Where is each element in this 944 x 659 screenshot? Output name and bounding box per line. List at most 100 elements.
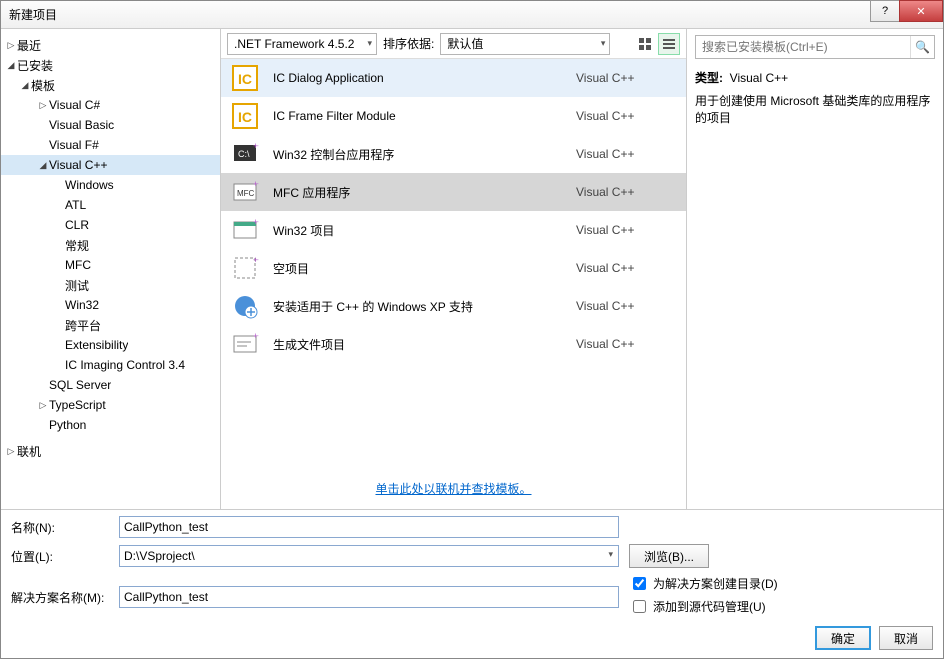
svg-text:++: ++ [253, 331, 259, 341]
chevron-down-icon: ◢ [5, 60, 17, 71]
ok-button[interactable]: 确定 [815, 626, 871, 650]
type-line: 类型: Visual C++ [695, 69, 935, 86]
name-input[interactable] [119, 516, 619, 538]
sidebar-item-win32[interactable]: Win32 [1, 295, 220, 315]
template-row[interactable]: C:\++ Win32 控制台应用程序Visual C++ [221, 135, 686, 173]
browse-button[interactable]: 浏览(B)... [629, 544, 709, 568]
create-dir-checkbox[interactable]: 为解决方案创建目录(D) [629, 574, 899, 593]
sidebar-item-visual-basic[interactable]: Visual Basic [1, 115, 220, 135]
template-lang: Visual C++ [576, 71, 676, 85]
tree-toggle-icon: ◢ [37, 160, 49, 171]
grid-view-button[interactable] [634, 33, 656, 55]
template-name: IC Frame Filter Module [273, 109, 576, 123]
template-row[interactable]: ++ Win32 项目Visual C++ [221, 211, 686, 249]
xp-icon [231, 292, 259, 320]
template-row[interactable]: IC IC Frame Filter ModuleVisual C++ [221, 97, 686, 135]
template-lang: Visual C++ [576, 299, 676, 313]
template-list: ICIC Dialog ApplicationVisual C++ICIC Fr… [221, 59, 686, 472]
ic-icon: IC [231, 64, 259, 92]
ic-icon: IC [231, 102, 259, 130]
svg-text:++: ++ [253, 255, 259, 265]
sidebar-item-ic-imaging-control-3-4[interactable]: IC Imaging Control 3.4 [1, 355, 220, 375]
bottom-form: 名称(N): 位置(L): 浏览(B)... 解决方案名称(M): 为解决方案创… [1, 509, 943, 658]
template-name: 空项目 [273, 260, 576, 277]
chevron-down-icon: ◢ [19, 80, 31, 91]
mfc-icon: MFC++ [231, 178, 259, 206]
help-button[interactable]: ? [870, 0, 900, 22]
description: 用于创建使用 Microsoft 基础类库的应用程序的项目 [695, 92, 935, 126]
online-search-link-row: 单击此处以联机并查找模板。 [221, 472, 686, 509]
sidebar-item-python[interactable]: Python [1, 415, 220, 435]
toolbar: .NET Framework 4.5.2 排序依据: 默认值 [221, 29, 686, 59]
chevron-right-icon: ▷ [5, 40, 17, 51]
template-lang: Visual C++ [576, 147, 676, 161]
cancel-button[interactable]: 取消 [879, 626, 933, 650]
search-input[interactable] [696, 36, 910, 58]
template-lang: Visual C++ [576, 223, 676, 237]
empty-icon: ++ [231, 254, 259, 282]
search-button[interactable]: 🔍 [910, 36, 934, 58]
svg-text:IC: IC [238, 71, 252, 87]
center-panel: .NET Framework 4.5.2 排序依据: 默认值 IC IC Dial… [221, 29, 687, 509]
make-icon: ++ [231, 330, 259, 358]
win-icon: ++ [231, 216, 259, 244]
template-row[interactable]: 安装适用于 C++ 的 Windows XP 支持Visual C++ [221, 287, 686, 325]
sidebar-item-atl[interactable]: ATL [1, 195, 220, 215]
template-name: IC Dialog Application [273, 71, 576, 85]
template-lang: Visual C++ [576, 109, 676, 123]
framework-dropdown[interactable]: .NET Framework 4.5.2 [227, 33, 377, 55]
svg-text:IC: IC [238, 109, 252, 125]
sidebar-item-visual-f-[interactable]: Visual F# [1, 135, 220, 155]
sidebar-recent[interactable]: ▷ 最近 [1, 35, 220, 55]
close-button[interactable]: ✕ [899, 0, 943, 22]
titlebar: 新建项目 ? ✕ [1, 1, 943, 29]
online-search-link[interactable]: 单击此处以联机并查找模板。 [375, 482, 531, 496]
sidebar-item-visual-c-[interactable]: ▷Visual C# [1, 95, 220, 115]
sidebar-item--[interactable]: 测试 [1, 275, 220, 295]
search-box: 🔍 [695, 35, 935, 59]
template-row[interactable]: ++生成文件项目Visual C++ [221, 325, 686, 363]
template-lang: Visual C++ [576, 185, 676, 199]
sidebar-item--[interactable]: 跨平台 [1, 315, 220, 335]
svg-text:++: ++ [253, 217, 259, 227]
detail-panel: 🔍 类型: Visual C++ 用于创建使用 Microsoft 基础类库的应… [687, 29, 943, 509]
search-icon: 🔍 [915, 40, 930, 54]
sidebar-installed[interactable]: ◢ 已安装 [1, 55, 220, 75]
location-label: 位置(L): [11, 548, 119, 565]
chevron-right-icon: ▷ [5, 446, 17, 457]
new-project-dialog: 新建项目 ? ✕ ▷ 最近 ◢ 已安装 ◢ 模板 ▷Visual C#Visua… [0, 0, 944, 659]
sidebar-item-visual-c-[interactable]: ◢Visual C++ [1, 155, 220, 175]
list-icon [663, 38, 675, 50]
template-name: 生成文件项目 [273, 336, 576, 353]
template-row[interactable]: IC IC Dialog ApplicationVisual C++ [221, 59, 686, 97]
location-input[interactable] [119, 545, 619, 567]
solution-name-label: 解决方案名称(M): [11, 589, 119, 606]
template-name: Win32 项目 [273, 222, 576, 239]
sidebar-item-clr[interactable]: CLR [1, 215, 220, 235]
sidebar-item-sql-server[interactable]: SQL Server [1, 375, 220, 395]
template-name: 安装适用于 C++ 的 Windows XP 支持 [273, 298, 576, 315]
template-name: MFC 应用程序 [273, 184, 576, 201]
sidebar-templates[interactable]: ◢ 模板 [1, 75, 220, 95]
list-view-button[interactable] [658, 33, 680, 55]
sort-label: 排序依据: [383, 35, 434, 52]
svg-text:C:\: C:\ [238, 149, 250, 159]
template-name: Win32 控制台应用程序 [273, 146, 576, 163]
template-row[interactable]: MFC++ MFC 应用程序Visual C++ [221, 173, 686, 211]
window-title: 新建项目 [9, 6, 57, 23]
sidebar-item-mfc[interactable]: MFC [1, 255, 220, 275]
template-row[interactable]: ++ 空项目Visual C++ [221, 249, 686, 287]
console-icon: C:\++ [231, 140, 259, 168]
sidebar-item-extensibility[interactable]: Extensibility [1, 335, 220, 355]
tree-toggle-icon: ▷ [37, 100, 49, 111]
solution-name-input[interactable] [119, 586, 619, 608]
sidebar-item-typescript[interactable]: ▷TypeScript [1, 395, 220, 415]
name-label: 名称(N): [11, 519, 119, 536]
source-control-checkbox[interactable]: 添加到源代码管理(U) [629, 597, 899, 616]
svg-text:++: ++ [253, 179, 259, 189]
sort-dropdown[interactable]: 默认值 [440, 33, 610, 55]
sidebar-online[interactable]: ▷ 联机 [1, 441, 220, 461]
sidebar-item--[interactable]: 常规 [1, 235, 220, 255]
template-lang: Visual C++ [576, 261, 676, 275]
sidebar-item-windows[interactable]: Windows [1, 175, 220, 195]
